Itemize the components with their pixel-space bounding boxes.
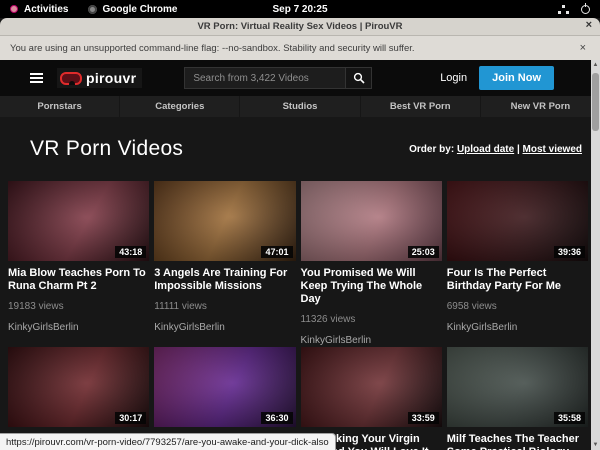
duration-badge: 39:36 — [554, 246, 585, 258]
duration-badge: 33:59 — [408, 412, 439, 424]
flag-warning-text: You are using an unsupported command-lin… — [10, 43, 415, 54]
menu-icon[interactable] — [30, 73, 43, 83]
video-views: 11326 views — [301, 314, 442, 325]
duration-badge: 35:58 — [554, 412, 585, 424]
video-thumbnail[interactable]: 36:30 — [154, 347, 295, 427]
video-title[interactable]: Milf Teaches The Teacher Some Practical … — [447, 433, 588, 450]
scroll-up-icon[interactable]: ▲ — [593, 60, 599, 70]
vr-goggles-icon — [60, 72, 82, 85]
video-thumbnail[interactable]: 25:03 — [301, 181, 442, 261]
video-card[interactable]: 39:36 Four Is The Perfect Birthday Party… — [447, 181, 588, 347]
video-thumbnail[interactable]: 33:59 — [301, 347, 442, 427]
video-grid: 43:18 Mia Blow Teaches Porn To Runa Char… — [0, 181, 600, 450]
video-views: 6958 views — [447, 301, 588, 312]
video-thumbnail[interactable]: 35:58 — [447, 347, 588, 427]
duration-badge: 30:17 — [115, 412, 146, 424]
window-titlebar[interactable]: VR Porn: Virtual Reality Sex Videos | Pi… — [0, 18, 600, 36]
order-by-upload-date-link[interactable]: Upload date — [457, 144, 514, 155]
join-now-button[interactable]: Join Now — [479, 66, 554, 90]
video-title[interactable]: 3 Angels Are Training For Impossible Mis… — [154, 267, 295, 293]
activities-label: Activities — [24, 4, 68, 15]
search-icon — [353, 72, 365, 84]
login-link[interactable]: Login — [434, 68, 473, 88]
logo-text: pirouvr — [86, 70, 136, 86]
scrollbar-thumb[interactable] — [592, 73, 599, 131]
window-close-button[interactable]: × — [586, 19, 592, 31]
duration-badge: 47:01 — [261, 246, 292, 258]
order-by-most-viewed-link[interactable]: Most viewed — [523, 144, 582, 155]
video-thumbnail[interactable]: 30:17 — [8, 347, 149, 427]
scroll-down-icon[interactable]: ▼ — [593, 440, 599, 450]
gnome-top-bar: Activities Google Chrome Sep 7 20:25 — [0, 0, 600, 18]
duration-badge: 43:18 — [115, 246, 146, 258]
video-thumbnail[interactable]: 47:01 — [154, 181, 295, 261]
order-by: Order by: Upload date | Most viewed — [409, 144, 582, 155]
chrome-icon — [88, 5, 97, 14]
screen: Activities Google Chrome Sep 7 20:25 VR … — [0, 0, 600, 450]
page-heading-row: VR Porn Videos Order by: Upload date | M… — [0, 117, 600, 181]
video-card[interactable]: 43:18 Mia Blow Teaches Porn To Runa Char… — [8, 181, 149, 347]
browser-viewport: pirouvr Login Join Now Pornstars Categor… — [0, 60, 600, 450]
site-nav: Pornstars Categories Studios Best VR Por… — [0, 96, 600, 117]
network-icon[interactable] — [558, 5, 569, 14]
vertical-scrollbar[interactable]: ▲ ▼ — [591, 60, 600, 450]
nav-item-categories[interactable]: Categories — [120, 96, 240, 117]
video-title[interactable]: Mia Blow Teaches Porn To Runa Charm Pt 2 — [8, 267, 149, 293]
search-input[interactable] — [184, 67, 346, 89]
search-button[interactable] — [346, 67, 372, 89]
video-studio-link[interactable]: KinkyGirlsBerlin — [301, 335, 442, 347]
video-card[interactable]: 25:03 You Promised We Will Keep Trying T… — [301, 181, 442, 347]
app-menu-button[interactable]: Google Chrome — [88, 4, 177, 15]
video-studio-link[interactable]: KinkyGirlsBerlin — [154, 322, 295, 334]
status-url-tooltip: https://pirouvr.com/vr-porn-video/779325… — [0, 433, 336, 450]
video-card[interactable]: 47:01 3 Angels Are Training For Impossib… — [154, 181, 295, 347]
video-card[interactable]: 35:58 Milf Teaches The Teacher Some Prac… — [447, 347, 588, 450]
duration-badge: 25:03 — [408, 246, 439, 258]
nav-item-pornstars[interactable]: Pornstars — [0, 96, 120, 117]
site-logo[interactable]: pirouvr — [57, 68, 142, 88]
chrome-flag-warning-bar: You are using an unsupported command-lin… — [0, 36, 600, 60]
activities-button[interactable]: Activities — [24, 4, 68, 15]
flag-warning-close-icon[interactable]: × — [580, 42, 590, 54]
video-studio-link[interactable]: KinkyGirlsBerlin — [8, 322, 149, 334]
page-title: VR Porn Videos — [30, 137, 183, 161]
duration-badge: 36:30 — [261, 412, 292, 424]
video-studio-link[interactable]: KinkyGirlsBerlin — [447, 322, 588, 334]
video-title[interactable]: Four Is The Perfect Birthday Party For M… — [447, 267, 588, 293]
video-views: 11111 views — [154, 301, 295, 312]
nav-item-best-vr-porn[interactable]: Best VR Porn — [361, 96, 481, 117]
video-thumbnail[interactable]: 43:18 — [8, 181, 149, 261]
window-title: VR Porn: Virtual Reality Sex Videos | Pi… — [197, 21, 402, 32]
video-thumbnail[interactable]: 39:36 — [447, 181, 588, 261]
video-title[interactable]: You Promised We Will Keep Trying The Who… — [301, 267, 442, 306]
app-menu-label: Google Chrome — [102, 4, 177, 15]
record-indicator-icon — [10, 5, 18, 13]
power-icon[interactable] — [581, 5, 590, 14]
order-by-label: Order by: — [409, 144, 454, 155]
site-header: pirouvr Login Join Now — [0, 60, 600, 96]
nav-item-new-vr-porn[interactable]: New VR Porn — [481, 96, 600, 117]
nav-item-studios[interactable]: Studios — [240, 96, 360, 117]
video-views: 19183 views — [8, 301, 149, 312]
